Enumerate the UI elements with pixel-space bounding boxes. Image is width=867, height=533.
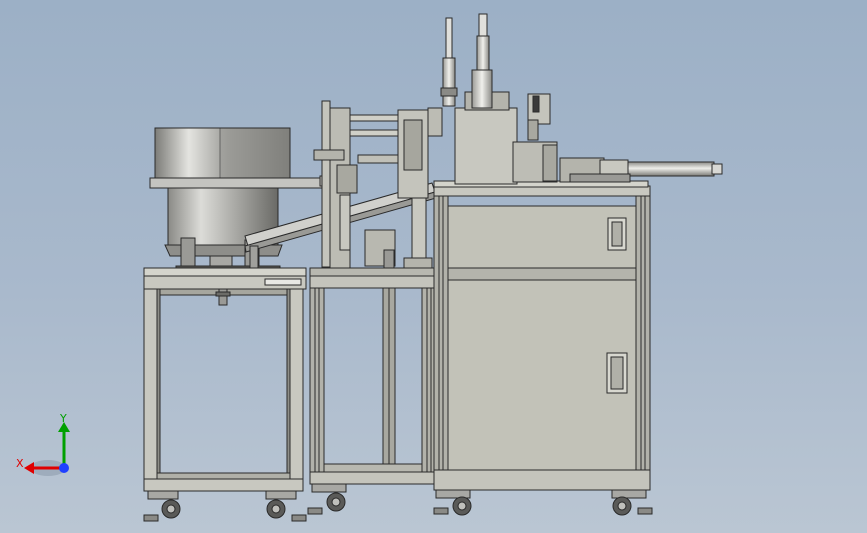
bowl-lip — [149, 177, 333, 189]
horizontal-cylinder — [559, 157, 723, 183]
vertical-cylinder-left — [442, 57, 456, 107]
caster-1 — [143, 490, 181, 522]
z-axis-dot — [59, 463, 69, 473]
caster-4 — [433, 489, 472, 516]
name-plate — [264, 278, 302, 286]
caster-2 — [265, 490, 307, 522]
caster-3 — [307, 483, 347, 515]
caster-5 — [611, 489, 653, 516]
coordinate-triad[interactable] — [24, 422, 70, 476]
x-axis-label: X — [16, 457, 24, 470]
y-axis-label: Y — [60, 412, 67, 425]
feeder-stand — [143, 267, 307, 492]
vertical-cylinder-right — [476, 35, 490, 71]
aluminum-profile-frame — [309, 267, 437, 485]
vibratory-bowl-feeder — [149, 127, 333, 271]
transfer-gantry — [313, 100, 443, 269]
cad-viewport[interactable]: X Y — [0, 0, 867, 533]
assembly-drawing[interactable] — [0, 0, 867, 533]
main-cabinet — [433, 185, 651, 491]
